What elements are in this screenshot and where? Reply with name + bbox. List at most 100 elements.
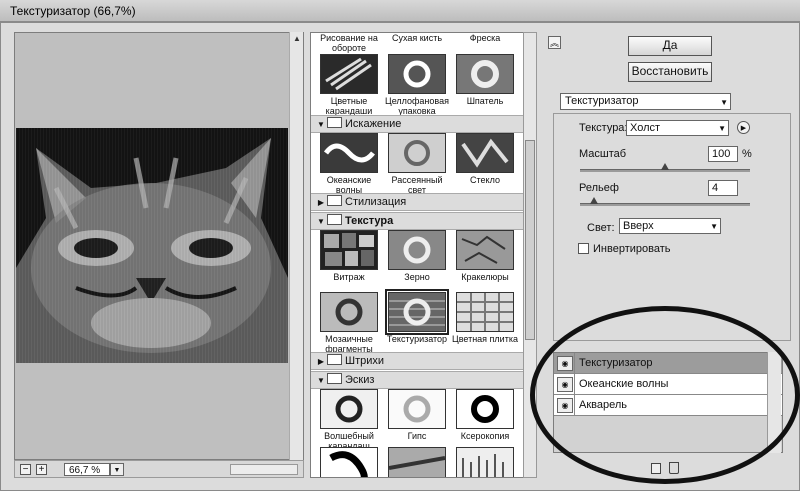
filter-item[interactable]: Океанские волны xyxy=(315,133,383,195)
ok-button[interactable]: Да xyxy=(628,36,712,56)
filter-item[interactable]: Стекло xyxy=(451,133,519,195)
category-label: Искажение xyxy=(345,118,402,130)
collapsed-arrow-icon: ▶ xyxy=(317,198,325,207)
filter-item[interactable]: Гипс xyxy=(383,389,451,451)
filter-label: Мозаичные фрагменты xyxy=(325,334,373,354)
relief-field[interactable]: 4 xyxy=(708,180,738,196)
filter-item[interactable]: Рассеянный свет xyxy=(383,133,451,195)
filter-label: Шпатель xyxy=(466,96,504,106)
highlight-oval xyxy=(530,306,800,484)
filter-label: Витраж xyxy=(333,272,365,282)
invert-checkbox[interactable] xyxy=(578,243,589,254)
filter-thumbnail xyxy=(388,389,446,429)
zoom-out-button[interactable]: − xyxy=(20,464,31,475)
filter-item[interactable]: Мозаичные фрагменты xyxy=(315,292,383,354)
filter-item[interactable]: Зерно xyxy=(383,230,451,282)
scale-unit: % xyxy=(742,148,752,160)
relief-label: Рельеф xyxy=(579,182,619,194)
scroll-up-arrow-icon[interactable]: ▲ xyxy=(290,32,304,46)
filter-item[interactable]: Цветные карандаши xyxy=(315,54,383,116)
relief-slider-knob[interactable] xyxy=(589,197,598,204)
chevron-down-icon: ▼ xyxy=(718,124,726,133)
filter-label: Цветная плитка xyxy=(452,334,518,344)
filter-thumbnail xyxy=(456,292,514,332)
texture-select-value: Холст xyxy=(630,122,661,134)
scale-slider-knob[interactable] xyxy=(661,163,669,170)
filter-select-value: Текстуризатор xyxy=(565,95,639,107)
zoom-dropdown-icon[interactable]: ▼ xyxy=(110,463,124,476)
filter-label: Текстуризатор xyxy=(386,334,448,344)
expanded-arrow-icon: ▼ xyxy=(317,376,325,385)
category-distort[interactable]: ▼ Искажение xyxy=(311,115,523,133)
filter-thumbnail xyxy=(388,133,446,173)
filter-thumbnail xyxy=(388,447,446,477)
zoom-level-field[interactable]: 66,7 % xyxy=(64,463,110,476)
folder-icon xyxy=(327,117,342,128)
double-chevron-up-icon[interactable]: ︽ xyxy=(548,36,561,49)
gallery-row-texture-1: Витраж Зерно Кракелюры xyxy=(315,230,520,282)
category-sketch[interactable]: ▼ Эскиз xyxy=(311,371,523,389)
filter-item[interactable]: Цветная плитка xyxy=(451,292,519,354)
chevron-down-icon: ▼ xyxy=(720,98,728,107)
gallery-row-distort: Океанские волны Рассеянный свет Стекло xyxy=(315,133,520,195)
gallery-scroll-thumb[interactable] xyxy=(525,140,535,340)
scale-field[interactable]: 100 xyxy=(708,146,738,162)
reset-button[interactable]: Восстановить xyxy=(628,62,712,82)
light-select[interactable]: Вверх ▼ xyxy=(619,218,721,234)
filter-label: Океанские волны xyxy=(326,175,372,195)
filter-item[interactable]: Витраж xyxy=(315,230,383,282)
filter-thumbnail xyxy=(320,230,378,270)
category-stylize[interactable]: ▶ Стилизация xyxy=(311,193,523,211)
folder-icon xyxy=(327,354,342,365)
gallery-row-sketch-2 xyxy=(315,447,520,477)
texture-select[interactable]: Холст ▼ xyxy=(626,120,729,136)
filter-thumbnail xyxy=(320,54,378,94)
texture-label: Текстура: xyxy=(579,122,628,134)
filter-item[interactable] xyxy=(315,447,383,477)
relief-slider[interactable] xyxy=(580,203,750,206)
filter-item[interactable]: Кракелюры xyxy=(451,230,519,282)
filter-select[interactable]: Текстуризатор ▼ xyxy=(560,93,731,110)
filter-item[interactable]: Сухая кисть xyxy=(383,33,451,53)
filter-thumbnail xyxy=(320,292,378,332)
category-label: Штрихи xyxy=(345,355,385,367)
gallery-row-artistic: Цветные карандаши Целлофановая упаковка … xyxy=(315,54,520,116)
filter-item[interactable]: Ксерокопия xyxy=(451,389,519,451)
category-label: Текстура xyxy=(345,215,394,227)
filter-item[interactable]: Фреска xyxy=(451,33,519,53)
light-label: Свет: xyxy=(587,222,615,234)
filter-label: Стекло xyxy=(470,175,500,185)
filter-item[interactable]: Шпатель xyxy=(451,54,519,116)
filter-item[interactable] xyxy=(451,447,519,477)
category-label: Стилизация xyxy=(345,196,407,208)
filter-label: Кракелюры xyxy=(461,272,509,282)
gallery-row-artistic-top: Рисование на обороте Сухая кисть Фреска xyxy=(315,33,520,53)
filter-label: Ксерокопия xyxy=(460,431,510,441)
filter-thumbnail xyxy=(385,289,449,335)
zoom-in-button[interactable]: + xyxy=(36,464,47,475)
window-title: Текстуризатор (66,7%) xyxy=(10,4,136,18)
collapsed-arrow-icon: ▶ xyxy=(317,357,325,366)
filter-item[interactable]: Целлофановая упаковка xyxy=(383,54,451,116)
filter-gallery: Рисование на обороте Сухая кисть Фреска … xyxy=(310,32,524,478)
filter-label: Рисование на обороте xyxy=(320,33,378,53)
filter-label: Зерно xyxy=(404,272,430,282)
zoom-bar: − + 66,7 % ▼ xyxy=(14,460,304,478)
gallery-row-texture-2: Мозаичные фрагменты Текстуризатор Цветна… xyxy=(315,289,520,354)
folder-icon xyxy=(327,373,342,384)
preview-horizontal-scrollbar[interactable] xyxy=(230,464,298,475)
texture-menu-icon[interactable]: ▶ xyxy=(737,121,750,134)
preview-vertical-scrollbar[interactable]: ▲ xyxy=(289,32,303,460)
filter-thumbnail xyxy=(388,230,446,270)
category-texture[interactable]: ▼ Текстура xyxy=(311,212,523,230)
expanded-arrow-icon: ▼ xyxy=(317,120,325,129)
category-strokes[interactable]: ▶ Штрихи xyxy=(311,352,523,370)
filter-item[interactable]: Волшебный карандаш xyxy=(315,389,383,451)
filter-item[interactable] xyxy=(383,447,451,477)
filter-thumbnail xyxy=(456,54,514,94)
filter-thumbnail xyxy=(456,133,514,173)
filter-item-selected[interactable]: Текстуризатор xyxy=(383,289,451,354)
filter-item[interactable]: Рисование на обороте xyxy=(315,33,383,53)
light-select-value: Вверх xyxy=(623,220,654,232)
scale-label: Масштаб xyxy=(579,148,627,160)
